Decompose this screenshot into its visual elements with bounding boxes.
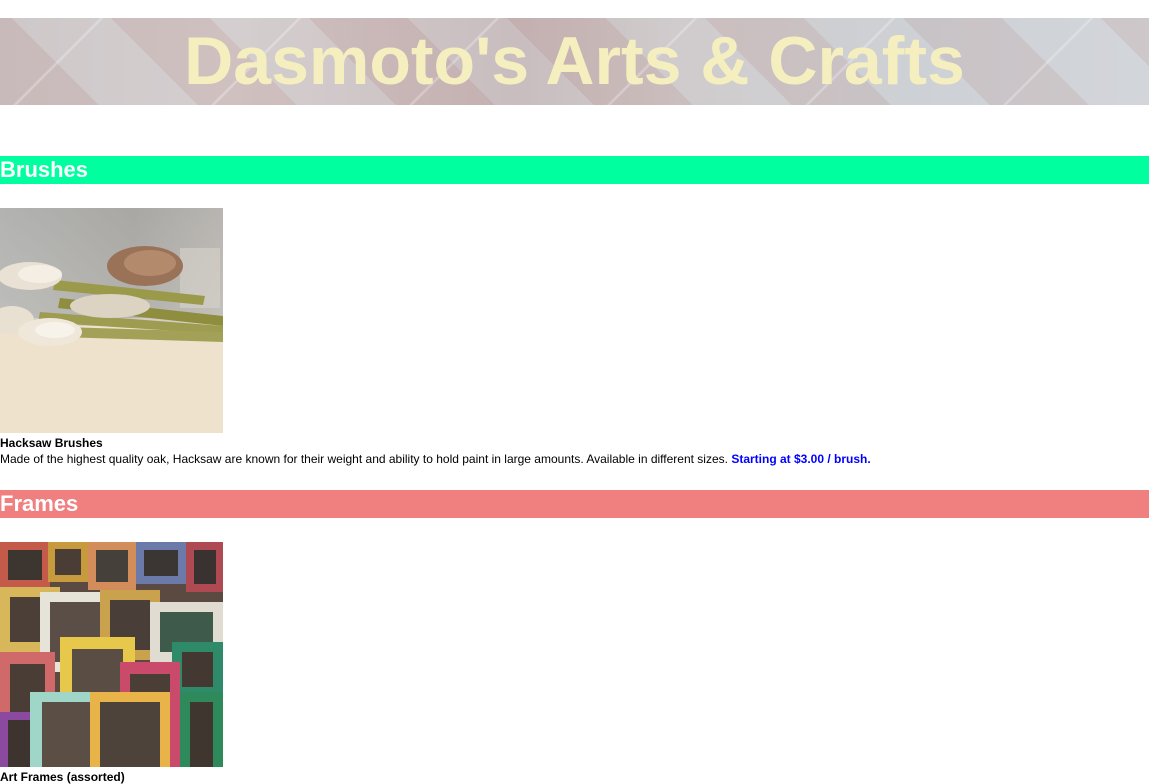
page: Dasmoto's Arts & Crafts Brushes Hacksaw … bbox=[0, 0, 1153, 784]
price-text: Starting at $3.00 / brush. bbox=[731, 452, 871, 466]
product-description-hacksaw-brushes: Made of the highest quality oak, Hacksaw… bbox=[0, 452, 871, 466]
header-banner: Dasmoto's Arts & Crafts bbox=[0, 18, 1149, 105]
section-heading-frames: Frames bbox=[0, 490, 1149, 518]
description-text: Made of the highest quality oak, Hacksaw… bbox=[0, 452, 728, 466]
section-heading-brushes: Brushes bbox=[0, 156, 1149, 184]
site-title: Dasmoto's Arts & Crafts bbox=[184, 23, 965, 99]
product-name-hacksaw-brushes: Hacksaw Brushes bbox=[0, 436, 103, 450]
product-name-art-frames: Art Frames (assorted) bbox=[0, 770, 125, 784]
brushes-image bbox=[0, 208, 223, 433]
frames-image bbox=[0, 542, 223, 767]
